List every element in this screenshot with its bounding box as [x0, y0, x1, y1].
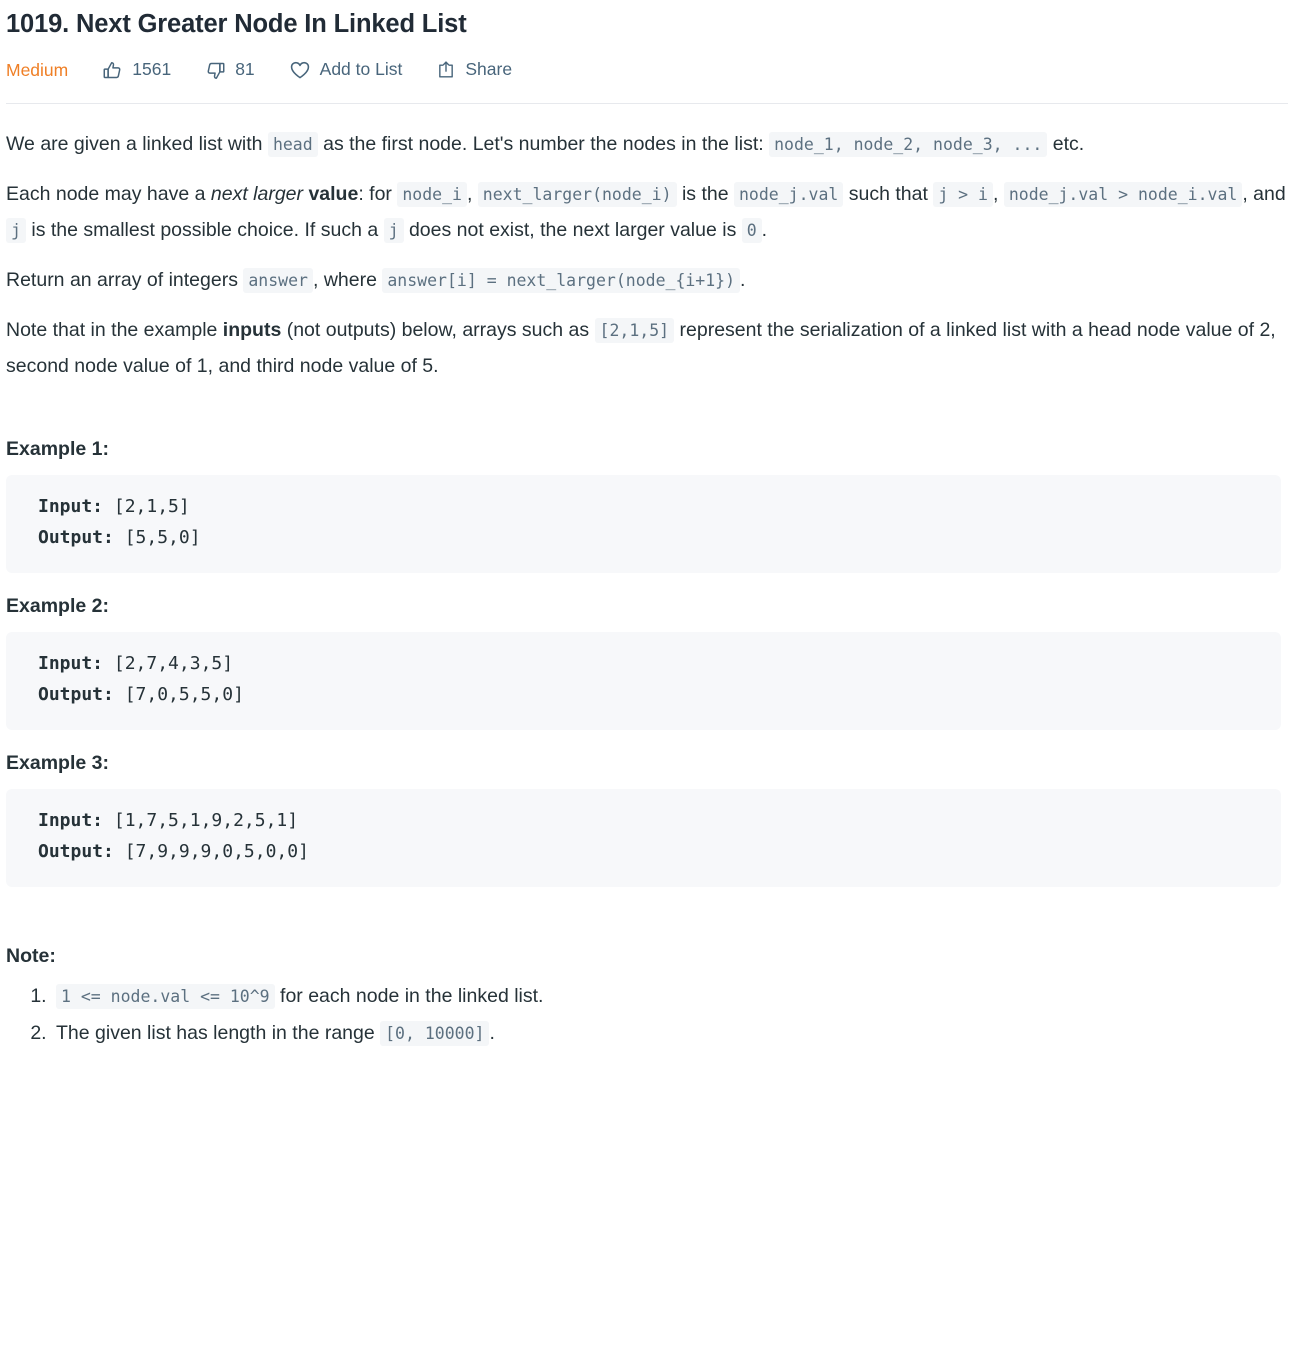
add-to-list-button[interactable]: Add to List — [289, 59, 403, 81]
thumbs-up-icon — [102, 60, 123, 81]
output-label: Output: — [38, 527, 114, 549]
output-label: Output: — [38, 683, 114, 705]
note-heading: Note: — [6, 944, 56, 967]
example-heading: Example 1: — [6, 438, 109, 461]
text: , and — [1242, 182, 1286, 205]
example-code-block: Input: [2,7,4,3,5] Output: [7,0,5,5,0] — [6, 631, 1281, 730]
strong-text: inputs — [222, 318, 282, 341]
input-value: [1,7,5,1,9,2,5,1] — [103, 809, 299, 831]
text: , — [992, 182, 1004, 205]
input-value: [2,7,4,3,5] — [103, 652, 234, 674]
note-list: 1 <= node.val <= 10^9 for each node in t… — [6, 978, 1292, 1053]
problem-description: We are given a linked list with head as … — [6, 104, 1292, 1053]
add-to-list-label: Add to List — [319, 59, 403, 80]
like-button[interactable]: 1561 — [102, 60, 171, 81]
inline-code: 0 — [741, 218, 762, 244]
text: does not exist, the next larger value is — [403, 219, 742, 242]
input-label: Input: — [38, 652, 104, 674]
inline-code: answer[i] = next_larger(node_{i+1}) — [382, 268, 741, 294]
share-icon — [436, 60, 456, 80]
text: : for — [358, 182, 398, 205]
dislike-count: 81 — [235, 59, 255, 80]
text: etc. — [1047, 133, 1085, 156]
text: as the first node. Let's number the node… — [317, 133, 770, 156]
inline-code: j — [383, 218, 404, 244]
output-value: [7,0,5,5,0] — [113, 683, 244, 705]
text: , where — [312, 269, 383, 292]
problem-page: 1019. Next Greater Node In Linked List M… — [0, 0, 1300, 1053]
output-value: [7,9,9,9,0,5,0,0] — [113, 840, 309, 862]
inline-code: next_larger(node_i) — [477, 181, 677, 207]
example-heading: Example 2: — [6, 594, 109, 617]
inline-code: 1 <= node.val <= 10^9 — [56, 983, 275, 1009]
text: such that — [843, 182, 934, 205]
text: Each node may have a — [6, 182, 211, 205]
inline-code: j > i — [933, 181, 993, 207]
inline-code: node_i — [397, 181, 467, 207]
example-section-2: Example 2: Input: [2,7,4,3,5] Output: [7… — [6, 595, 1292, 730]
strong-text: value — [308, 182, 359, 205]
share-button[interactable]: Share — [436, 60, 512, 80]
inline-code: j — [6, 218, 26, 244]
example-section-3: Example 3: Input: [1,7,5,1,9,2,5,1] Outp… — [6, 752, 1292, 887]
inline-code: [2,1,5] — [594, 317, 675, 343]
page-title: 1019. Next Greater Node In Linked List — [6, 10, 467, 38]
problem-meta-bar: Medium 1561 81 Add to List Share — [6, 41, 1292, 103]
text: . — [489, 1022, 495, 1045]
input-label: Input: — [38, 809, 104, 831]
difficulty-badge: Medium — [6, 59, 69, 80]
note-section: Note: 1 <= node.val <= 10^9 for each nod… — [6, 945, 1292, 1053]
text: . — [740, 269, 746, 292]
text: Return an array of integers — [6, 269, 244, 292]
text: We are given a linked list with — [6, 133, 268, 156]
dislike-button[interactable]: 81 — [205, 59, 255, 81]
description-paragraph-4: Note that in the example inputs (not out… — [6, 312, 1292, 385]
example-code-block: Input: [1,7,5,1,9,2,5,1] Output: [7,9,9,… — [6, 788, 1281, 887]
inline-code: [0, 10000] — [380, 1021, 490, 1047]
inline-code: answer — [243, 268, 313, 294]
text: Note that in the example — [6, 318, 223, 341]
list-item: The given list has length in the range [… — [52, 1015, 1292, 1052]
description-paragraph-2: Each node may have a next larger value: … — [6, 176, 1292, 249]
text: (not outputs) below, arrays such as — [281, 318, 595, 341]
text: , — [466, 182, 478, 205]
inline-code: node_j.val > node_i.val — [1003, 181, 1243, 207]
input-value: [2,1,5] — [103, 496, 190, 518]
text: . — [761, 219, 768, 242]
description-paragraph-1: We are given a linked list with head as … — [6, 126, 1292, 163]
example-heading: Example 3: — [6, 751, 109, 774]
like-count: 1561 — [132, 59, 172, 80]
text: is the smallest possible choice. If such… — [25, 219, 384, 242]
text: is the — [676, 182, 734, 205]
text: for each node in the linked list. — [274, 984, 544, 1007]
list-item: 1 <= node.val <= 10^9 for each node in t… — [52, 978, 1292, 1015]
inline-code: node_1, node_2, node_3, ... — [769, 132, 1048, 158]
input-label: Input: — [38, 496, 104, 518]
inline-code: head — [267, 132, 318, 158]
inline-code: node_j.val — [734, 181, 844, 207]
text: The given list has length in the range — [56, 1022, 381, 1045]
share-label: Share — [465, 59, 513, 80]
output-value: [5,5,0] — [113, 527, 201, 549]
output-label: Output: — [38, 840, 114, 862]
example-code-block: Input: [2,1,5] Output: [5,5,0] — [6, 475, 1281, 573]
emphasis: next larger — [210, 182, 304, 205]
example-section-1: Example 1: Input: [2,1,5] Output: [5,5,0… — [6, 438, 1292, 573]
thumbs-down-icon — [205, 60, 226, 81]
description-paragraph-3: Return an array of integers answer, wher… — [6, 262, 1292, 299]
heart-icon — [289, 59, 311, 81]
